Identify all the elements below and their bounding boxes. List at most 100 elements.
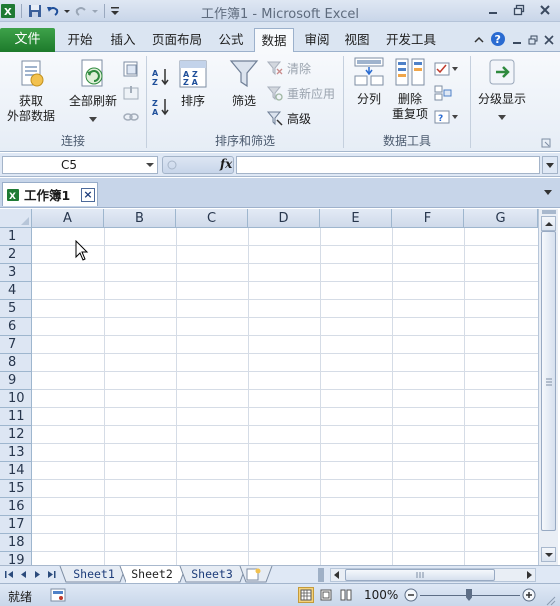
expand-formula-bar-icon[interactable] <box>542 156 558 174</box>
collapse-ribbon-icon[interactable] <box>474 34 484 48</box>
insert-function-icon[interactable]: fx <box>220 157 232 171</box>
column-header-f[interactable]: F <box>392 209 464 228</box>
redo-icon[interactable] <box>73 3 89 19</box>
column-header-g[interactable]: G <box>464 209 538 228</box>
row-header-19[interactable]: 19 <box>0 552 32 565</box>
first-sheet-icon[interactable] <box>4 569 14 580</box>
get-external-data-button[interactable]: 获取 外部数据 <box>2 58 60 124</box>
vertical-scroll-thumb[interactable] <box>541 231 556 531</box>
workbook-tab-close-icon[interactable]: × <box>81 188 95 202</box>
workbook-close-icon[interactable] <box>544 34 554 48</box>
sheet-tab-3[interactable]: Sheet3 <box>186 566 238 583</box>
help-icon[interactable]: ? <box>490 31 506 50</box>
reapply-button[interactable]: 重新应用 <box>267 82 335 104</box>
formula-input[interactable] <box>236 156 540 174</box>
refresh-all-button[interactable]: 全部刷新 <box>64 58 122 127</box>
row-header-1[interactable]: 1 <box>0 228 32 246</box>
row-header-7[interactable]: 7 <box>0 336 32 354</box>
sheet-tab-1[interactable]: Sheet1 <box>66 566 122 583</box>
redo-dropdown-icon[interactable] <box>91 3 99 19</box>
tab-split-handle[interactable] <box>318 568 324 582</box>
row-header-9[interactable]: 9 <box>0 372 32 390</box>
row-header-14[interactable]: 14 <box>0 462 32 480</box>
workbook-restore-icon[interactable] <box>528 34 538 48</box>
text-to-columns-button[interactable]: 分列 <box>350 56 388 107</box>
tab-formulas[interactable]: 公式 <box>214 28 248 52</box>
close-window-icon[interactable] <box>534 2 556 18</box>
clear-filter-button[interactable]: 清除 <box>267 57 311 79</box>
last-sheet-icon[interactable] <box>46 569 56 580</box>
minimize-icon[interactable] <box>482 2 504 18</box>
sheet-tab-2[interactable]: Sheet2 <box>126 566 178 583</box>
name-box[interactable]: C5 <box>2 156 158 174</box>
undo-dropdown-icon[interactable] <box>63 3 71 19</box>
what-if-analysis-button[interactable]: ? <box>434 106 460 128</box>
column-header-d[interactable]: D <box>248 209 320 228</box>
properties-icon[interactable] <box>122 82 140 104</box>
remove-duplicates-button[interactable]: 删除 重复项 <box>390 56 430 122</box>
row-header-10[interactable]: 10 <box>0 390 32 408</box>
sort-desc-icon[interactable]: ZA <box>151 96 171 118</box>
column-header-e[interactable]: E <box>320 209 392 228</box>
select-all-corner[interactable] <box>0 209 32 228</box>
filter-button[interactable]: 筛选 <box>225 58 263 109</box>
worksheet-grid[interactable]: A B C D E F G 1 2 3 4 5 6 7 8 9 10 11 12… <box>0 209 538 565</box>
row-header-3[interactable]: 3 <box>0 264 32 282</box>
row-header-15[interactable]: 15 <box>0 480 32 498</box>
tab-file[interactable]: 文件 <box>0 28 55 52</box>
row-header-8[interactable]: 8 <box>0 354 32 372</box>
macro-record-icon[interactable] <box>50 587 66 606</box>
workbook-minimize-icon[interactable] <box>512 34 522 48</box>
workbook-list-dropdown-icon[interactable] <box>544 190 552 195</box>
row-header-17[interactable]: 17 <box>0 516 32 534</box>
scroll-up-icon[interactable] <box>541 216 556 231</box>
zoom-out-icon[interactable] <box>404 588 418 605</box>
row-header-16[interactable]: 16 <box>0 498 32 516</box>
column-header-c[interactable]: C <box>176 209 248 228</box>
save-icon[interactable] <box>27 3 43 19</box>
advanced-filter-button[interactable]: 高级 <box>267 107 311 129</box>
tab-data[interactable]: 数据 <box>254 28 294 53</box>
page-break-view-icon[interactable] <box>338 587 354 603</box>
vertical-scrollbar[interactable] <box>538 209 558 565</box>
tab-home[interactable]: 开始 <box>62 28 98 52</box>
tab-page-layout[interactable]: 页面布局 <box>148 28 206 52</box>
tab-view[interactable]: 视图 <box>340 28 374 52</box>
prev-sheet-icon[interactable] <box>18 569 28 580</box>
excel-app-icon[interactable]: X <box>0 3 16 19</box>
horizontal-scrollbar[interactable] <box>330 568 536 582</box>
restore-icon[interactable] <box>508 2 530 18</box>
zoom-in-icon[interactable] <box>522 588 536 605</box>
tab-review[interactable]: 审阅 <box>300 28 334 52</box>
sort-asc-icon[interactable]: AZ <box>151 66 171 88</box>
scroll-down-icon[interactable] <box>541 547 556 562</box>
workbook-tab[interactable]: X 工作簿1 × <box>2 182 98 206</box>
insert-sheet-icon[interactable] <box>246 568 262 584</box>
tab-insert[interactable]: 插入 <box>106 28 140 52</box>
column-header-b[interactable]: B <box>104 209 176 228</box>
page-layout-view-icon[interactable] <box>318 587 334 603</box>
sort-button[interactable]: A ZZ A 排序 <box>175 58 211 109</box>
row-header-2[interactable]: 2 <box>0 246 32 264</box>
next-sheet-icon[interactable] <box>32 569 42 580</box>
row-header-5[interactable]: 5 <box>0 300 32 318</box>
refresh-dropdown-icon[interactable] <box>64 112 122 127</box>
outline-button[interactable]: 分级显示 <box>477 56 527 125</box>
row-header-13[interactable]: 13 <box>0 444 32 462</box>
outline-dropdown-icon[interactable] <box>477 110 527 125</box>
row-header-11[interactable]: 11 <box>0 408 32 426</box>
tab-developer[interactable]: 开发工具 <box>382 28 440 52</box>
zoom-level[interactable]: 100% <box>364 588 398 602</box>
row-header-18[interactable]: 18 <box>0 534 32 552</box>
scroll-left-icon[interactable] <box>333 571 341 579</box>
edit-links-icon[interactable] <box>122 106 140 128</box>
customize-qat-icon[interactable] <box>110 3 120 19</box>
resize-grip-icon[interactable] <box>544 594 556 606</box>
outline-dialog-launcher-icon[interactable] <box>541 132 551 154</box>
row-header-4[interactable]: 4 <box>0 282 32 300</box>
horizontal-scroll-thumb[interactable] <box>345 569 495 581</box>
connections-icon[interactable] <box>122 58 140 80</box>
zoom-slider-thumb[interactable] <box>466 589 472 601</box>
scroll-right-icon[interactable] <box>525 571 533 579</box>
column-header-a[interactable]: A <box>32 209 104 228</box>
